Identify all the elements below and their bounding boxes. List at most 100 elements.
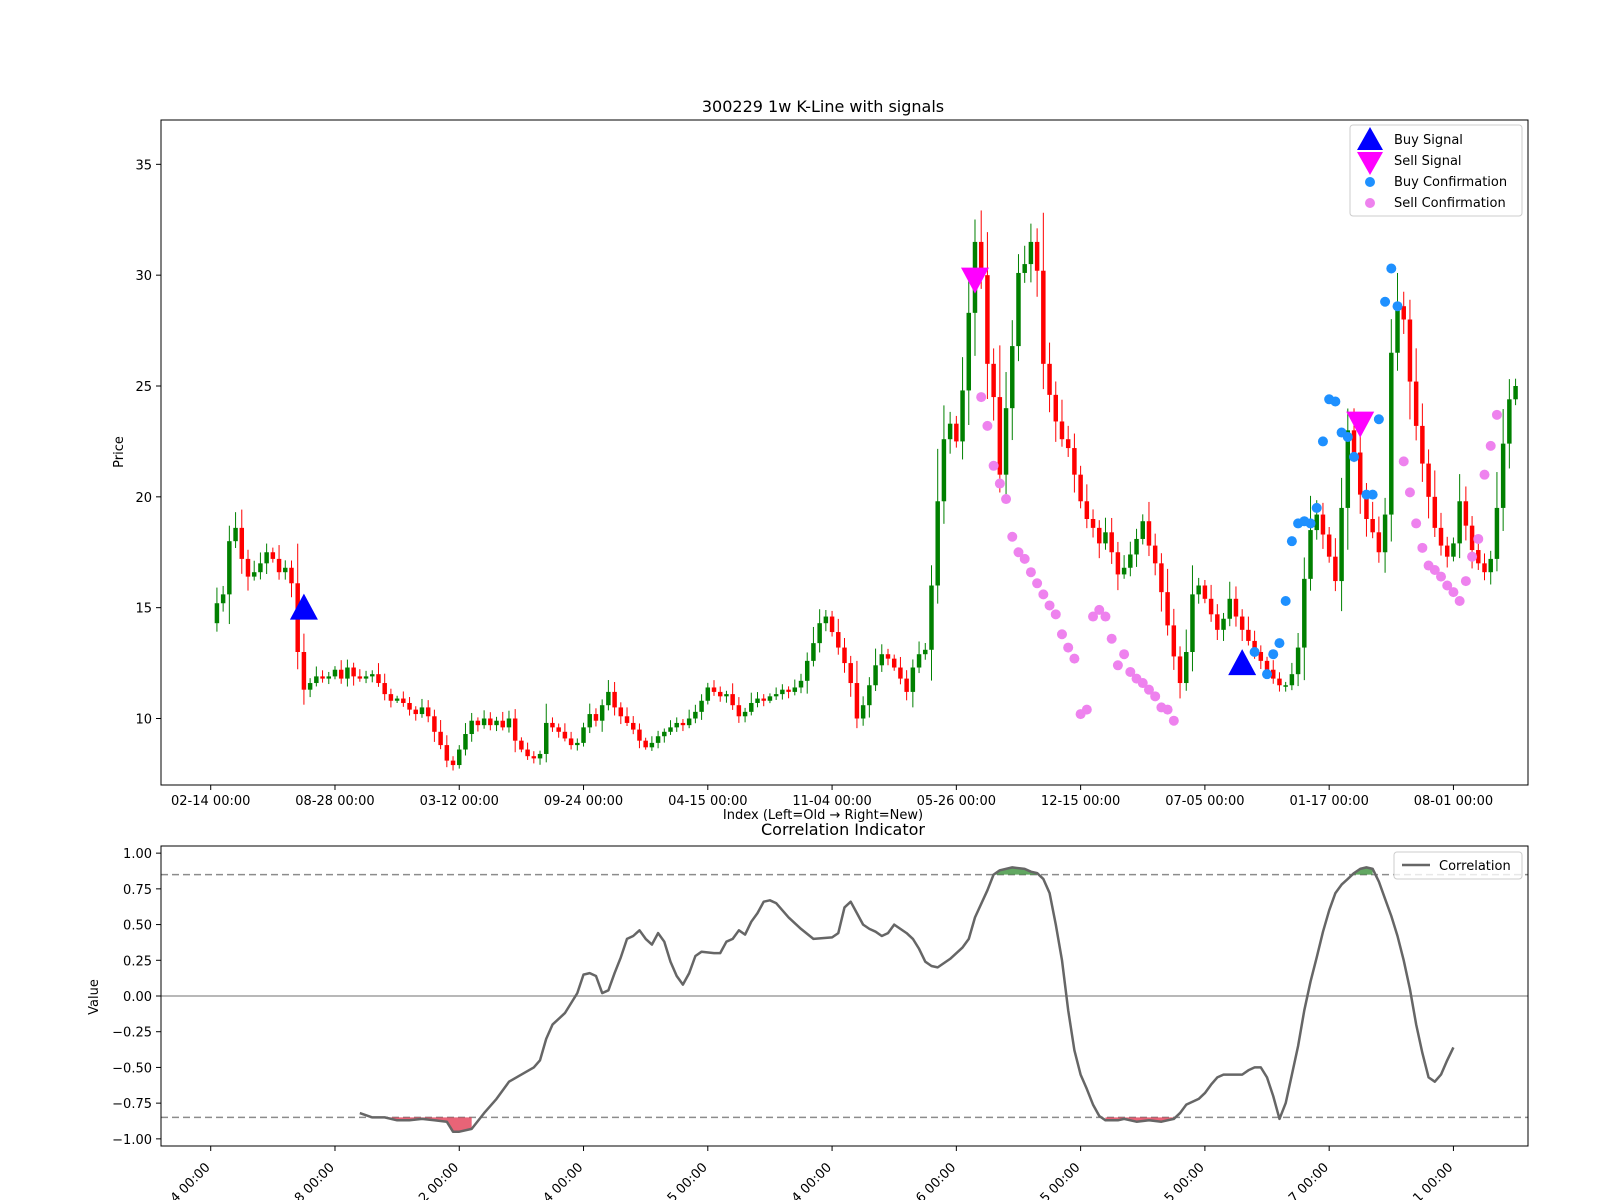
candle-body bbox=[531, 756, 537, 759]
legend-buy-confirmation-label: Buy Confirmation bbox=[1394, 175, 1507, 190]
candle-body bbox=[506, 718, 512, 728]
sell-confirmation-dot bbox=[1473, 533, 1484, 544]
candle-body bbox=[363, 676, 369, 679]
candle-body bbox=[1184, 652, 1189, 684]
corr-ytick-label: 0.00 bbox=[123, 990, 152, 1005]
candle-body bbox=[804, 660, 810, 681]
candle-body bbox=[432, 716, 437, 732]
candle-body bbox=[780, 689, 785, 695]
buy-confirmation-dot bbox=[1311, 502, 1322, 513]
candle-body bbox=[947, 423, 953, 440]
kline-xtick-label: 04-15 00:00 bbox=[668, 794, 747, 809]
candle-body bbox=[792, 687, 798, 692]
sell-confirmation-dot bbox=[1398, 456, 1409, 467]
candle-body bbox=[1140, 521, 1145, 539]
sell-confirmation-dot bbox=[1100, 611, 1111, 622]
candle-body bbox=[307, 683, 313, 690]
candle-body bbox=[245, 558, 251, 577]
candle-body bbox=[966, 312, 972, 391]
buy-confirmation-dot bbox=[1286, 536, 1297, 547]
candle-body bbox=[867, 685, 872, 706]
candle-body bbox=[749, 702, 754, 712]
candle-body bbox=[444, 745, 450, 761]
candle-body bbox=[1041, 270, 1046, 364]
candle-body bbox=[860, 705, 866, 719]
candle-body bbox=[1463, 501, 1469, 526]
candle-body bbox=[370, 674, 375, 677]
candle-body bbox=[1239, 616, 1245, 630]
candle-body bbox=[1171, 625, 1177, 657]
candle-body bbox=[848, 663, 853, 684]
sell-confirmation-dot bbox=[1404, 487, 1415, 498]
candle-body bbox=[258, 563, 263, 573]
candle-body bbox=[537, 753, 543, 759]
corr-ytick-label: −0.50 bbox=[112, 1061, 152, 1076]
buy-confirmation-dot bbox=[1342, 431, 1353, 442]
candle-body bbox=[823, 616, 829, 624]
candle-body bbox=[587, 714, 592, 728]
sell-confirmation-dot bbox=[1436, 571, 1447, 582]
sell-confirmation-dot bbox=[1056, 629, 1067, 640]
kline-xtick-label: 03-12 00:00 bbox=[420, 794, 499, 809]
candle-body bbox=[1401, 306, 1406, 320]
candle-body bbox=[475, 720, 481, 726]
sell-confirmation-dot bbox=[1168, 715, 1179, 726]
candle-body bbox=[662, 731, 667, 737]
candle-body bbox=[320, 676, 325, 679]
candle-body bbox=[407, 702, 412, 710]
candle-body bbox=[730, 694, 735, 706]
candle-body bbox=[1413, 381, 1419, 426]
candle-body bbox=[898, 667, 903, 679]
kline-ylabel: Price bbox=[112, 436, 127, 468]
candle-body bbox=[674, 722, 679, 728]
candle-body bbox=[388, 694, 394, 701]
sell-confirmation-dot bbox=[1467, 551, 1478, 562]
candle-body bbox=[1264, 660, 1270, 670]
candle-body bbox=[1134, 538, 1139, 555]
candle-body bbox=[214, 603, 220, 624]
candle-body bbox=[289, 567, 294, 584]
sell-confirmation-dot bbox=[1069, 653, 1080, 664]
candle-body bbox=[1370, 519, 1375, 533]
candle-body bbox=[1059, 421, 1065, 440]
candle-body bbox=[301, 652, 307, 690]
candle-body bbox=[276, 558, 282, 573]
candle-body bbox=[612, 691, 617, 708]
candle-body bbox=[637, 729, 642, 741]
candle-body bbox=[283, 567, 288, 573]
candle-body bbox=[463, 734, 468, 750]
candle-body bbox=[581, 727, 586, 743]
sell-confirmation-dot bbox=[1032, 578, 1043, 589]
candle-body bbox=[1227, 598, 1232, 619]
candle-body bbox=[1339, 507, 1344, 582]
kline-title: 300229 1w K-Line with signals bbox=[702, 97, 944, 116]
candle-body bbox=[1407, 319, 1413, 382]
candle-body bbox=[929, 585, 934, 650]
kline-xtick-label: 05-26 00:00 bbox=[917, 794, 996, 809]
sell-confirmation-dot bbox=[1025, 567, 1036, 578]
candle-body bbox=[220, 594, 226, 604]
candle-body bbox=[624, 716, 630, 723]
legend-buy-confirmation-marker bbox=[1365, 177, 1375, 187]
candle-body bbox=[910, 667, 916, 692]
buy-confirmation-dot bbox=[1262, 669, 1273, 680]
buy-confirmation-dot bbox=[1386, 263, 1397, 274]
kline-ytick-label: 30 bbox=[135, 269, 152, 284]
candle-body bbox=[649, 742, 655, 748]
candle-body bbox=[755, 698, 760, 703]
kline-xtick-label: 08-28 00:00 bbox=[295, 794, 374, 809]
legend-sell-confirmation-marker bbox=[1365, 198, 1375, 208]
candle-body bbox=[1115, 552, 1121, 575]
candle-body bbox=[655, 736, 661, 743]
candle-body bbox=[1146, 521, 1152, 546]
candle-body bbox=[1084, 501, 1090, 519]
candle-body bbox=[1103, 532, 1108, 544]
candle-body bbox=[568, 738, 574, 746]
candle-body bbox=[842, 647, 847, 664]
figure: 300229 1w K-Line with signals Price Inde… bbox=[0, 0, 1600, 1200]
candle-body bbox=[836, 632, 841, 648]
candle-body bbox=[916, 654, 922, 668]
candle-body bbox=[1283, 685, 1288, 687]
candle-body bbox=[1053, 394, 1059, 422]
candle-body bbox=[1034, 241, 1040, 271]
